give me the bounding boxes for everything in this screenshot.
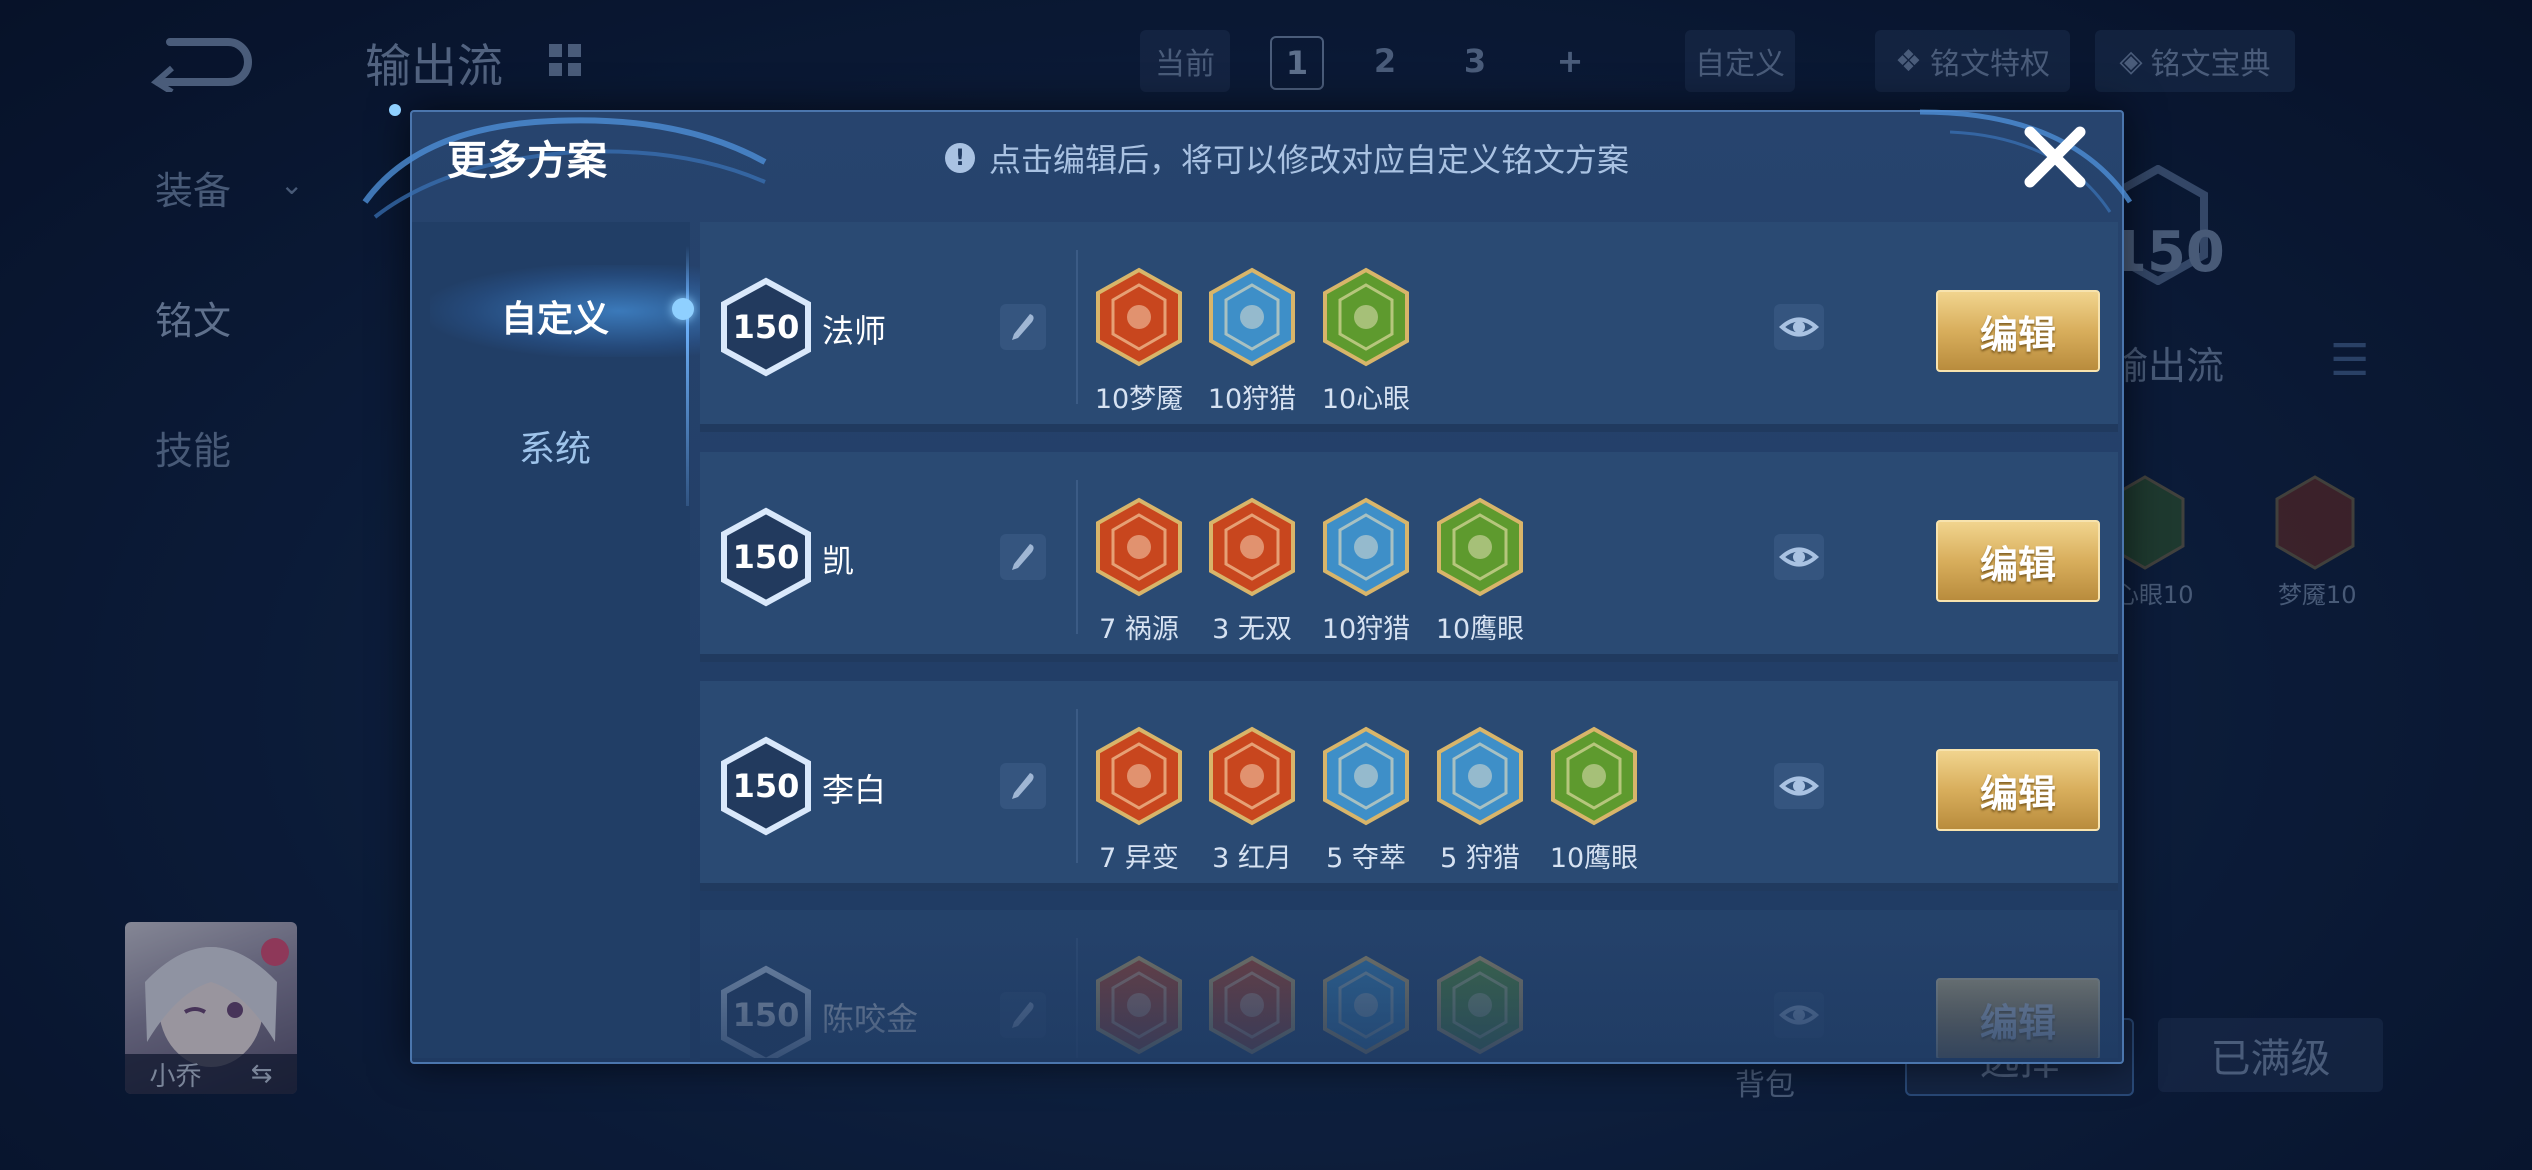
- pencil-icon: [1012, 773, 1034, 799]
- rune-label: 5 夺萃: [1326, 843, 1406, 874]
- rune-label: 7 异变: [1099, 843, 1179, 874]
- preview-button[interactable]: [1774, 304, 1824, 350]
- tab-custom[interactable]: 自定义: [455, 290, 655, 342]
- eye-icon: [1778, 547, 1820, 567]
- row-bottom-edge: [700, 424, 2118, 432]
- hint-text: 点击编辑后，将可以修改对应自定义铭文方案: [989, 141, 1630, 179]
- rune-label: 7 祸源: [1099, 614, 1179, 645]
- edit-button[interactable]: 编辑: [1936, 520, 2100, 602]
- plan-hero-name: 法师: [822, 312, 887, 350]
- row-separator: [1076, 250, 1078, 404]
- preview-button[interactable]: [1774, 763, 1824, 809]
- plan-hero-name: 李白: [822, 771, 887, 809]
- hawk-eye-rune-icon: [1437, 497, 1523, 597]
- rename-button[interactable]: [1000, 534, 1046, 580]
- eye-icon: [1778, 1005, 1820, 1025]
- nightmare-rune-icon: [1096, 267, 1182, 367]
- plan-level: 150: [732, 767, 800, 805]
- edit-button[interactable]: 编辑: [1936, 749, 2100, 831]
- rune-label: 3 红月: [1212, 843, 1292, 874]
- plan-hero-name: 凯: [822, 542, 855, 580]
- row-bottom-edge: [700, 883, 2118, 891]
- hunt-rune-icon: [1323, 955, 1409, 1055]
- rune-label: 10梦魇: [1094, 384, 1184, 415]
- eye-icon: [1778, 317, 1820, 337]
- rune-label: 10心眼: [1321, 384, 1411, 415]
- hawk-eye-rune-icon: [1551, 726, 1637, 826]
- hunt-rune-icon: [1323, 497, 1409, 597]
- peerless-rune-icon: [1209, 497, 1295, 597]
- hunt-rune-icon: [1437, 726, 1523, 826]
- row-separator: [1076, 938, 1078, 1058]
- red-rune-icon: [1096, 955, 1182, 1055]
- rune-label: 10鹰眼: [1435, 614, 1525, 645]
- close-icon[interactable]: [2020, 122, 2090, 192]
- rename-button[interactable]: [1000, 763, 1046, 809]
- red-moon-rune-icon: [1209, 726, 1295, 826]
- row-separator: [1076, 480, 1078, 634]
- plan-level: 150: [732, 538, 800, 576]
- modal-hint: ! 点击编辑后，将可以修改对应自定义铭文方案: [945, 135, 1629, 181]
- hunt-rune-icon: [1209, 267, 1295, 367]
- rune-label: 3 无双: [1212, 614, 1292, 645]
- rune-label: 10狩猎: [1207, 384, 1297, 415]
- tab-divider: [686, 246, 689, 506]
- mind-eye-rune-icon: [1323, 267, 1409, 367]
- plan-row: 150 陈咬金 编辑: [700, 910, 2118, 1058]
- exclamation-icon: !: [945, 143, 975, 173]
- plan-list[interactable]: 150 法师 编辑 10梦魇 10狩猎 10心眼 150 凯 编辑 7 祸源 3…: [700, 222, 2118, 1058]
- preview-button[interactable]: [1774, 534, 1824, 580]
- plan-hero-name: 陈咬金: [822, 1000, 919, 1038]
- pencil-icon: [1012, 314, 1034, 340]
- plunder-rune-icon: [1323, 726, 1409, 826]
- plan-row: 150 凯 编辑 7 祸源 3 无双 10狩猎 10鹰眼: [700, 452, 2118, 662]
- rune-label: 10鹰眼: [1549, 843, 1639, 874]
- plan-level: 150: [732, 308, 800, 346]
- pencil-icon: [1012, 544, 1034, 570]
- active-tab-indicator: [672, 298, 694, 320]
- rune-label: 5 狩猎: [1440, 843, 1520, 874]
- edit-button[interactable]: 编辑: [1936, 290, 2100, 372]
- plan-row: 150 法师 编辑 10梦魇 10狩猎 10心眼: [700, 222, 2118, 432]
- calamity-rune-icon: [1096, 497, 1182, 597]
- mutation-rune-icon: [1096, 726, 1182, 826]
- plan-row: 150 李白 编辑 7 异变 3 红月 5 夺萃 5 狩猎 10鹰眼: [700, 681, 2118, 891]
- modal-title: 更多方案: [447, 138, 607, 184]
- edit-button[interactable]: 编辑: [1936, 978, 2100, 1058]
- row-bottom-edge: [700, 654, 2118, 662]
- preview-button[interactable]: [1774, 992, 1824, 1038]
- rename-button[interactable]: [1000, 992, 1046, 1038]
- rename-button[interactable]: [1000, 304, 1046, 350]
- pencil-icon: [1012, 1002, 1034, 1028]
- eye-icon: [1778, 776, 1820, 796]
- tab-system[interactable]: 系统: [455, 420, 655, 472]
- red-rune-icon: [1209, 955, 1295, 1055]
- row-separator: [1076, 709, 1078, 863]
- rune-label: 10狩猎: [1321, 614, 1411, 645]
- plan-level: 150: [732, 996, 800, 1034]
- green-rune-icon: [1437, 955, 1523, 1055]
